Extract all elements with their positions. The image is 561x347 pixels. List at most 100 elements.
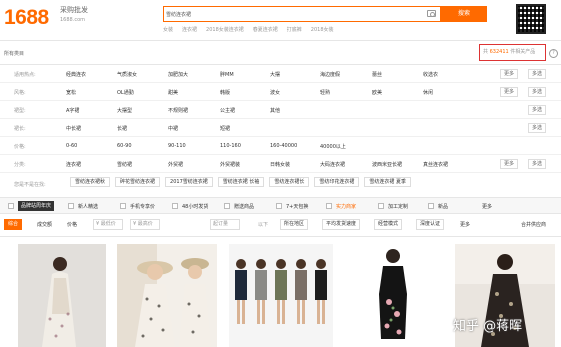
filter-option[interactable]: 欧美	[372, 89, 382, 96]
service-option[interactable]: 实力商家	[336, 203, 356, 210]
service-option[interactable]: 新品	[438, 203, 448, 210]
sort-default-tab[interactable]: 综合	[4, 219, 23, 230]
certification-select[interactable]: 深度认证	[416, 219, 445, 230]
checkbox[interactable]	[326, 203, 332, 209]
service-option[interactable]: 新人精选	[78, 203, 98, 210]
filter-option[interactable]: 60-90	[117, 143, 132, 149]
hot-word[interactable]: 女装	[163, 26, 173, 33]
checkbox[interactable]	[68, 203, 74, 209]
checkbox[interactable]	[8, 203, 14, 209]
search-input[interactable]	[166, 8, 406, 20]
filter-option[interactable]: 长裙	[117, 125, 127, 132]
filter-option[interactable]: 波女	[270, 89, 280, 96]
filter-option[interactable]: 110-160	[220, 143, 241, 149]
more-sort-button[interactable]: 更多	[460, 221, 470, 228]
multi-select-button[interactable]: 多选	[528, 87, 547, 97]
sort-by-volume[interactable]: 成交额	[37, 221, 52, 228]
filter-option[interactable]: 轻熟	[320, 89, 330, 96]
price-max-input[interactable]: ¥ 最高价	[130, 219, 160, 230]
filter-option[interactable]: 其他	[270, 107, 280, 114]
filter-option[interactable]: 公主裙	[220, 107, 235, 114]
camera-icon[interactable]	[427, 10, 436, 17]
product-image[interactable]	[343, 244, 443, 347]
filter-option[interactable]: 日韩女装	[270, 161, 290, 168]
filter-option[interactable]: 经典连衣	[66, 71, 86, 78]
filter-option[interactable]: 中长裙	[66, 125, 81, 132]
promo-badge[interactable]: 品牌站周年庆	[18, 201, 55, 211]
filter-option[interactable]: 90-110	[168, 143, 186, 149]
multi-select-button[interactable]: 多选	[528, 69, 547, 79]
service-option[interactable]: 赠送商品	[234, 203, 254, 210]
product-image[interactable]	[229, 244, 333, 347]
filter-option[interactable]: 外贸裙装	[220, 161, 240, 168]
filter-option[interactable]: 160-40000	[270, 143, 297, 149]
filter-option[interactable]: 外贸裙	[168, 161, 183, 168]
multi-select-button[interactable]: 多选	[528, 159, 547, 169]
hot-word[interactable]: 2018女装	[311, 26, 334, 33]
site-logo[interactable]: 1688	[4, 6, 49, 30]
service-option[interactable]: 加工定制	[388, 203, 408, 210]
merge-sellers-toggle[interactable]: 合并供应商	[521, 221, 546, 228]
service-option[interactable]: 手机专享价	[130, 203, 155, 210]
filter-option[interactable]: 气质淑女	[117, 71, 137, 78]
filter-option[interactable]: 蕾丝	[372, 71, 382, 78]
suggestion-pill[interactable]: 雪纺连衣裙长	[269, 177, 310, 187]
filter-option[interactable]: 胖MM	[220, 71, 234, 78]
filter-option[interactable]: 40000以上	[320, 143, 346, 150]
hot-word[interactable]: 2018女装连衣裙	[206, 26, 244, 33]
filter-option[interactable]: 大摆	[270, 71, 280, 78]
checkbox[interactable]	[378, 203, 384, 209]
suggestion-pill[interactable]: 雪纺连衣裙秋	[70, 177, 111, 187]
filter-option[interactable]: 收选衣	[423, 71, 438, 78]
filter-option[interactable]: 雪纺裙	[117, 161, 132, 168]
sort-by-price[interactable]: 价格	[67, 221, 77, 228]
more-services-button[interactable]: 更多	[482, 203, 492, 210]
suggestion-pill[interactable]: 雪纺连衣裙 夏季	[364, 177, 411, 187]
hot-word[interactable]: 打底裤	[287, 26, 302, 33]
suggestion-pill[interactable]: 雪纺连衣裙 长袖	[217, 177, 265, 187]
checkbox[interactable]	[224, 203, 230, 209]
suggestion-pill[interactable]: 2017雪纺连衣裙	[165, 177, 213, 187]
checkbox[interactable]	[172, 203, 178, 209]
delivery-speed-select[interactable]: 平均发货速度	[322, 219, 361, 230]
product-image[interactable]	[117, 244, 217, 347]
service-option[interactable]: 7+天包换	[286, 203, 308, 210]
checkbox[interactable]	[428, 203, 434, 209]
service-option[interactable]: 48小时发货	[182, 203, 208, 210]
filter-option[interactable]: 大摆型	[117, 107, 132, 114]
filter-option[interactable]: 短裙	[220, 125, 230, 132]
moq-input[interactable]: 起订量	[210, 219, 240, 230]
filter-option[interactable]: 真丝连衣裙	[423, 161, 448, 168]
business-model-select[interactable]: 经营模式	[374, 219, 403, 230]
price-min-input[interactable]: ¥ 最低价	[93, 219, 123, 230]
hot-word[interactable]: 春夏连衣裙	[253, 26, 278, 33]
checkbox[interactable]	[120, 203, 126, 209]
filter-option[interactable]: 连衣裙	[66, 161, 81, 168]
filter-option[interactable]: 不规则裙	[168, 107, 188, 114]
filter-option[interactable]: 大码连衣裙	[320, 161, 345, 168]
filter-option[interactable]: 中裙	[168, 125, 178, 132]
suggestion-pill[interactable]: 雪纺印花连衣裙	[314, 177, 360, 187]
more-button[interactable]: 更多	[500, 159, 519, 169]
suggestion-pill[interactable]: 碎花雪纺连衣裙	[115, 177, 161, 187]
filter-option[interactable]: 韩版	[220, 89, 230, 96]
help-icon[interactable]: ?	[549, 49, 558, 58]
filter-option[interactable]: OL通勤	[117, 89, 134, 96]
filter-option[interactable]: 海边度假	[320, 71, 340, 78]
product-image[interactable]	[18, 244, 106, 347]
multi-select-button[interactable]: 多选	[528, 123, 547, 133]
region-select[interactable]: 所在地区	[280, 219, 309, 230]
hot-word[interactable]: 连衣裙	[182, 26, 197, 33]
filter-option[interactable]: 宽松	[66, 89, 76, 96]
checkbox[interactable]	[276, 203, 282, 209]
filter-option[interactable]: 甜美	[168, 89, 178, 96]
filter-option[interactable]: 波西米亚长裙	[372, 161, 402, 168]
filter-option[interactable]: A字裙	[66, 107, 79, 114]
more-button[interactable]: 更多	[500, 87, 519, 97]
more-button[interactable]: 更多	[500, 69, 519, 79]
all-categories-link[interactable]: 所有类目	[4, 50, 24, 57]
filter-option[interactable]: 加肥加大	[168, 71, 188, 78]
filter-option[interactable]: 休闲	[423, 89, 433, 96]
multi-select-button[interactable]: 多选	[528, 105, 547, 115]
search-button[interactable]: 搜索	[441, 6, 487, 22]
